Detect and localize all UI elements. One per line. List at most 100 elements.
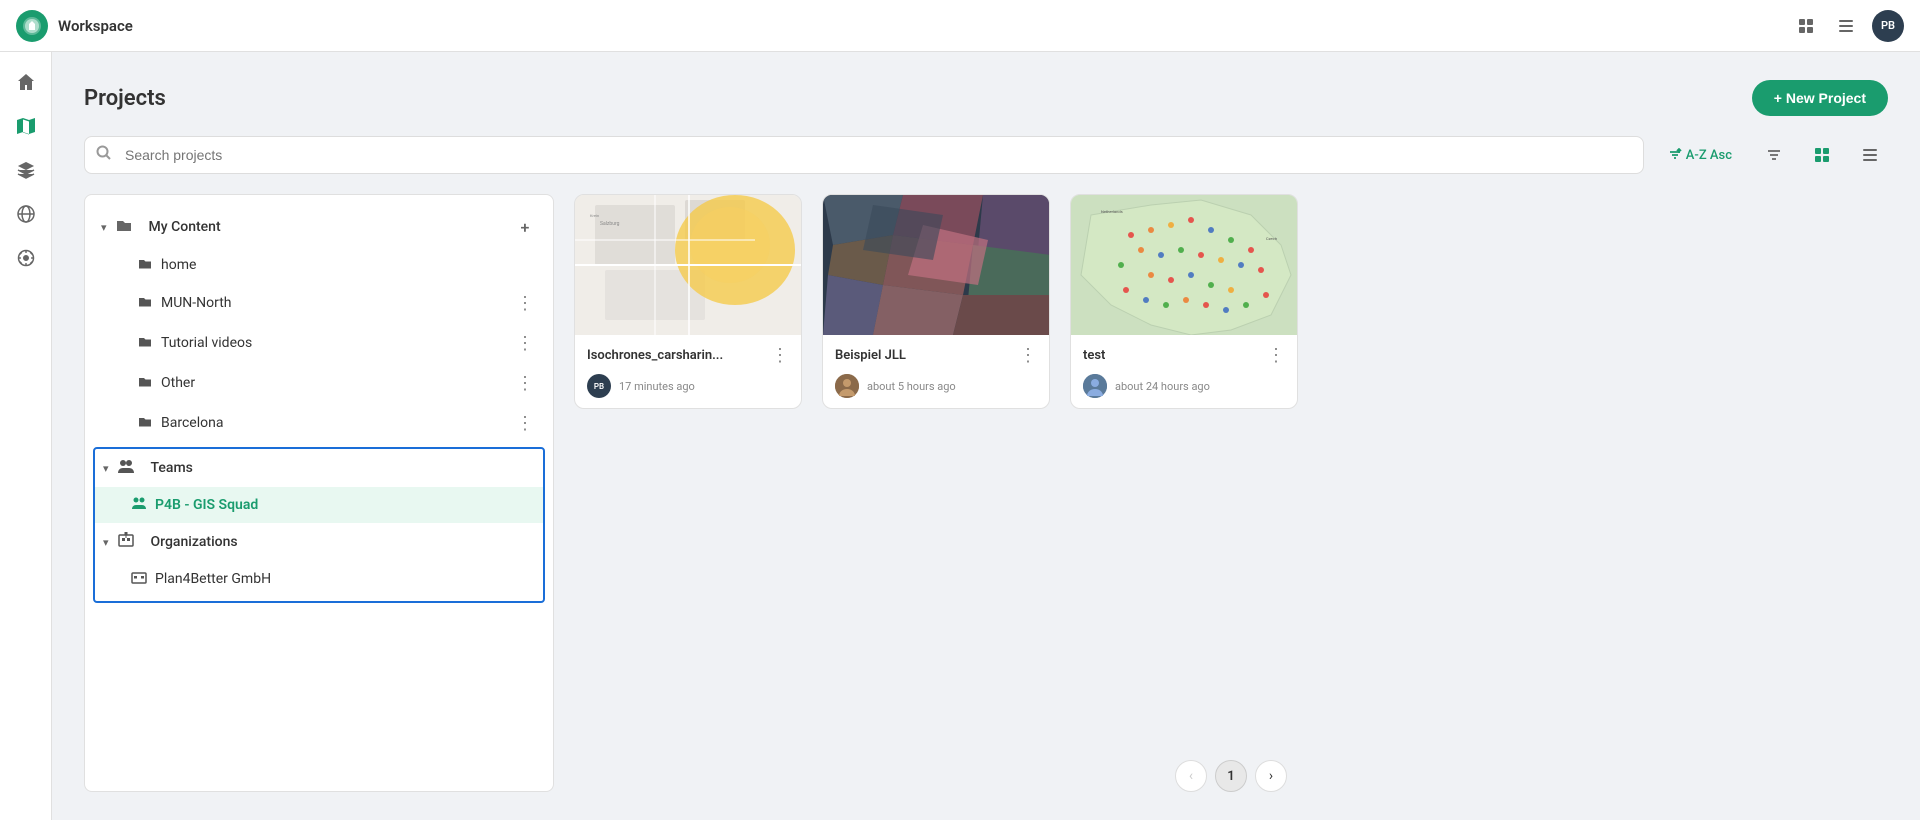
main-layout: Projects + New Project A-Z Asc [0, 52, 1920, 820]
next-page-button[interactable]: › [1255, 760, 1287, 792]
project-name-beispiel-jll: Beispiel JLL [835, 348, 906, 363]
teams-icon [117, 457, 135, 479]
project-time-test: about 24 hours ago [1115, 380, 1210, 393]
mun-north-label: MUN-North [161, 295, 232, 311]
sort-label: A-Z Asc [1686, 148, 1732, 163]
tree-item-plan4better[interactable]: Plan4Better GmbH [95, 561, 543, 597]
project-avatar-beispiel-jll [835, 374, 859, 398]
rail-home-icon[interactable] [8, 64, 44, 100]
my-content-section[interactable]: ▾ My Content + [85, 207, 553, 247]
project-info-test: test ⋮ [1071, 335, 1297, 408]
app-title: Workspace [58, 17, 1782, 35]
bottom-panel: ▾ My Content + home [84, 194, 1888, 792]
project-thumbnail-beispiel-jll [823, 195, 1049, 335]
organizations-chevron: ▾ [103, 536, 109, 549]
project-name-test: test [1083, 348, 1105, 363]
rail-settings-icon[interactable] [8, 240, 44, 276]
project-time-beispiel-jll: about 5 hours ago [867, 380, 956, 393]
barcelona-more-button[interactable]: ⋮ [513, 411, 537, 435]
tutorial-label: Tutorial videos [161, 335, 252, 351]
teams-section-wrapper: ▾ Teams [93, 447, 545, 603]
project-info-beispiel-jll: Beispiel JLL ⋮ [823, 335, 1049, 408]
tree-item-p4b-gis-squad[interactable]: P4B - GIS Squad [95, 487, 543, 523]
tree-sidebar: ▾ My Content + home [84, 194, 554, 792]
icon-rail [0, 52, 52, 820]
tutorial-more-button[interactable]: ⋮ [513, 331, 537, 355]
tree-item-other[interactable]: Other ⋮ [85, 363, 553, 403]
search-container [84, 136, 1644, 174]
plan4better-org-icon [131, 569, 147, 589]
project-info-isochrones: Isochrones_carsharin... ⋮ PB 17 minutes … [575, 335, 801, 408]
project-card-test[interactable]: Netherlands Czech test ⋮ [1070, 194, 1298, 409]
rail-map-icon[interactable] [8, 108, 44, 144]
topbar: Workspace PB [0, 0, 1920, 52]
project-thumbnail-test: Netherlands Czech [1071, 195, 1297, 335]
mun-north-more-button[interactable]: ⋮ [513, 291, 537, 315]
project-more-beispiel-jll[interactable]: ⋮ [1019, 345, 1037, 366]
project-meta-beispiel-jll: about 5 hours ago [835, 374, 1037, 398]
project-card-beispiel-jll[interactable]: Beispiel JLL ⋮ [822, 194, 1050, 409]
projects-area: Salzburg Krein Isochrones_carsharin... ⋮… [574, 194, 1888, 792]
project-name-isochrones: Isochrones_carsharin... [587, 348, 723, 363]
page-1-button[interactable]: 1 [1215, 760, 1247, 792]
my-content-chevron: ▾ [101, 221, 107, 234]
prev-page-button[interactable]: ‹ [1175, 760, 1207, 792]
filter-button[interactable] [1756, 137, 1792, 173]
my-content-folder-icon [115, 216, 133, 238]
barcelona-folder-icon [137, 413, 153, 433]
projects-grid: Salzburg Krein Isochrones_carsharin... ⋮… [574, 194, 1888, 740]
project-meta-isochrones: PB 17 minutes ago [587, 374, 789, 398]
rail-layers-icon[interactable] [8, 152, 44, 188]
p4b-team-icon [131, 495, 147, 515]
topbar-actions: PB [1792, 10, 1904, 42]
grid-icon-btn[interactable] [1792, 12, 1820, 40]
page-title: Projects [84, 86, 166, 111]
search-bar-row: A-Z Asc [84, 136, 1888, 174]
project-more-test[interactable]: ⋮ [1267, 345, 1285, 366]
content-area: Projects + New Project A-Z Asc [52, 52, 1920, 820]
tree-item-barcelona[interactable]: Barcelona ⋮ [85, 403, 553, 443]
svg-text:Netherlands: Netherlands [1101, 209, 1123, 214]
tree-item-home[interactable]: home [85, 247, 553, 283]
my-content-label: My Content [149, 219, 221, 235]
project-name-row-test: test ⋮ [1083, 345, 1285, 366]
organizations-label: Organizations [151, 534, 238, 550]
plan4better-label: Plan4Better GmbH [155, 571, 271, 587]
project-meta-test: about 24 hours ago [1083, 374, 1285, 398]
new-project-button[interactable]: + New Project [1752, 80, 1888, 116]
grid-view-button[interactable] [1804, 137, 1840, 173]
project-avatar-isochrones: PB [587, 374, 611, 398]
project-time-isochrones: 17 minutes ago [619, 380, 695, 393]
project-card-isochrones[interactable]: Salzburg Krein Isochrones_carsharin... ⋮… [574, 194, 802, 409]
user-avatar-topbar[interactable]: PB [1872, 10, 1904, 42]
project-avatar-test [1083, 374, 1107, 398]
app-logo[interactable] [16, 10, 48, 42]
svg-text:Salzburg: Salzburg [600, 221, 620, 227]
list-icon-btn[interactable] [1832, 12, 1860, 40]
tutorial-folder-icon [137, 333, 153, 353]
teams-label: Teams [151, 460, 193, 476]
organizations-icon [117, 531, 135, 553]
other-more-button[interactable]: ⋮ [513, 371, 537, 395]
page-header: Projects + New Project [84, 80, 1888, 116]
svg-text:Krein: Krein [590, 213, 599, 218]
other-folder-icon [137, 373, 153, 393]
sort-button[interactable]: A-Z Asc [1656, 140, 1744, 171]
project-name-row-beispiel-jll: Beispiel JLL ⋮ [835, 345, 1037, 366]
tree-item-tutorial-videos[interactable]: Tutorial videos ⋮ [85, 323, 553, 363]
search-input[interactable] [84, 136, 1644, 174]
my-content-add-button[interactable]: + [513, 215, 537, 239]
project-more-isochrones[interactable]: ⋮ [771, 345, 789, 366]
mun-north-folder-icon [137, 293, 153, 313]
search-icon [96, 145, 112, 165]
teams-section[interactable]: ▾ Teams [95, 449, 543, 487]
project-name-row-isochrones: Isochrones_carsharin... ⋮ [587, 345, 789, 366]
project-thumbnail-isochrones: Salzburg Krein [575, 195, 801, 335]
other-label: Other [161, 375, 195, 391]
organizations-section[interactable]: ▾ Organizations [95, 523, 543, 561]
list-view-button[interactable] [1852, 137, 1888, 173]
tree-item-mun-north[interactable]: MUN-North ⋮ [85, 283, 553, 323]
rail-globe-icon[interactable] [8, 196, 44, 232]
svg-text:Czech: Czech [1266, 236, 1277, 241]
home-label: home [161, 257, 196, 273]
